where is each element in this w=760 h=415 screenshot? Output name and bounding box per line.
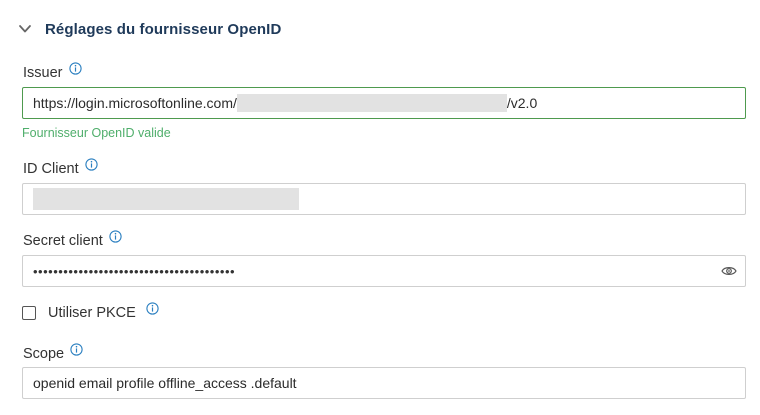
redacted-client-id <box>33 188 299 210</box>
client-secret-masked-value: •••••••••••••••••••••••••••••••••••••••• <box>33 263 236 279</box>
section-header[interactable]: Réglages du fournisseur OpenID <box>18 18 281 40</box>
issuer-label: Issuer <box>23 65 63 81</box>
issuer-value-prefix: https://login.microsoftonline.com/ <box>33 95 237 111</box>
info-icon[interactable] <box>84 157 98 171</box>
section-title: Réglages du fournisseur OpenID <box>45 20 282 38</box>
client-secret-label: Secret client <box>23 233 103 249</box>
issuer-valid-status: Fournisseur OpenID valide <box>22 126 171 140</box>
info-icon[interactable] <box>146 301 159 315</box>
client-id-label-row: ID Client <box>23 157 98 177</box>
pkce-row: Utiliser PKCE <box>22 301 159 321</box>
eye-icon[interactable] <box>721 265 737 277</box>
scope-input[interactable]: openid email profile offline_access .def… <box>22 367 746 399</box>
chevron-down-icon[interactable] <box>18 22 32 36</box>
pkce-label: Utiliser PKCE <box>48 305 136 321</box>
scope-value: openid email profile offline_access .def… <box>33 375 297 391</box>
issuer-label-row: Issuer <box>23 61 82 81</box>
client-id-input[interactable] <box>22 183 746 215</box>
redacted-tenant-id <box>236 94 507 112</box>
scope-label: Scope <box>23 346 65 362</box>
info-icon[interactable] <box>70 342 83 356</box>
client-id-label: ID Client <box>23 161 79 177</box>
issuer-input[interactable]: https://login.microsoftonline.com/ /v2.0 <box>22 87 746 119</box>
scope-label-row: Scope <box>23 342 83 362</box>
client-secret-label-row: Secret client <box>23 229 122 249</box>
client-secret-input[interactable]: •••••••••••••••••••••••••••••••••••••••• <box>22 255 746 287</box>
issuer-value-suffix: /v2.0 <box>506 95 538 111</box>
info-icon[interactable] <box>109 229 122 243</box>
info-icon[interactable] <box>68 61 82 75</box>
pkce-checkbox[interactable] <box>22 306 36 320</box>
